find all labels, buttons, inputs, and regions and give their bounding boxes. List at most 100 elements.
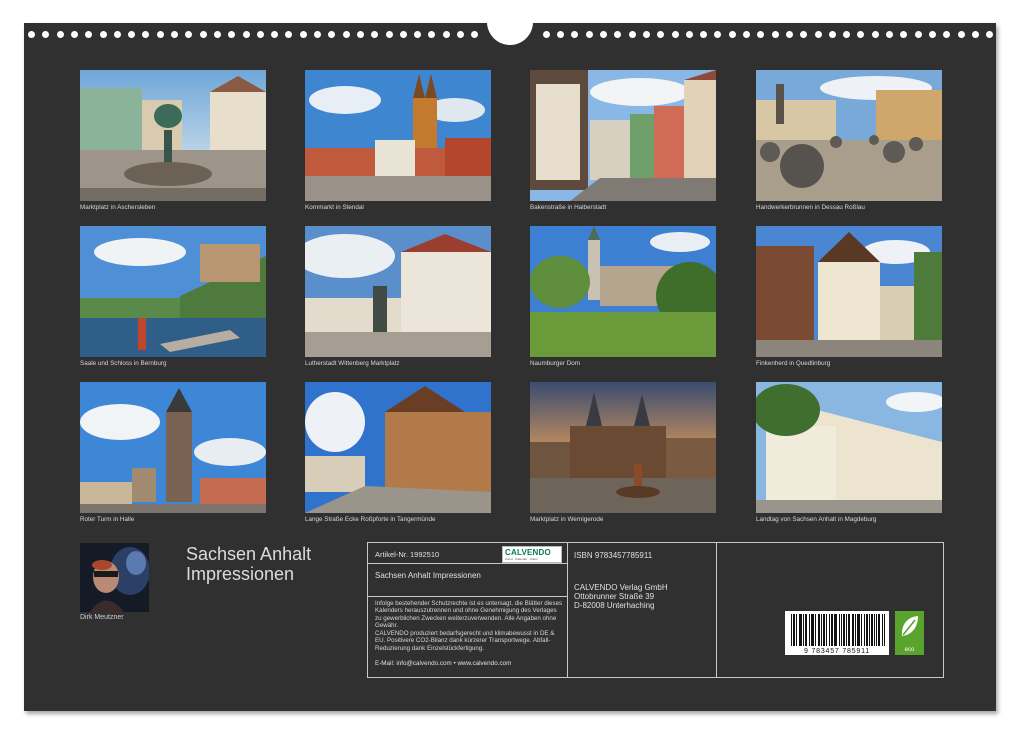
binding-hole [356, 31, 364, 38]
photo-caption: Finkenherd in Quedlinburg [756, 360, 831, 367]
photo-wernigerode [530, 382, 716, 513]
photo-halberstadt [530, 70, 716, 201]
barcode-bar [869, 614, 870, 646]
binding-hole [928, 31, 936, 38]
binding-hole [828, 31, 836, 38]
barcode-bar [803, 614, 804, 646]
binding-hole [142, 31, 150, 38]
binding-hole [328, 31, 336, 38]
binding-hole [957, 31, 965, 38]
binding-hole [156, 31, 164, 38]
barcode-bar [876, 614, 877, 646]
barcode-bar [809, 614, 810, 646]
barcode-bar [884, 614, 885, 646]
divider [368, 596, 567, 597]
binding-hole [642, 31, 650, 38]
binding-hole [371, 31, 379, 38]
binding-hole [113, 31, 121, 38]
legal-notice: Infolge bestehender Schutzrechte ist es … [375, 600, 563, 630]
photo-quedlinburg [756, 226, 942, 357]
binding-hole [185, 31, 193, 38]
barcode-bar [801, 614, 802, 646]
photo-caption: Landtag von Sachsen Anhalt in Magdeburg [756, 516, 877, 523]
divider [567, 543, 568, 677]
binding-hole [700, 31, 708, 38]
publisher-name: CALVENDO Verlag GmbH [574, 583, 668, 592]
article-number: Artikel-Nr. 1992510 [375, 550, 440, 559]
publisher-city: D-82008 Unterhaching [574, 601, 655, 610]
binding-hole [843, 31, 851, 38]
binding-hole [743, 31, 750, 38]
binding-hole [628, 31, 636, 38]
barcode-bar [846, 614, 847, 646]
binding-hole [871, 31, 879, 38]
binding-hole [213, 31, 221, 38]
calendar-title-line2: Impressionen [186, 564, 295, 584]
brand-tagline: Kunst · Kalender · Kultur [505, 557, 538, 561]
binding-hole [857, 31, 865, 38]
barcode-bar [867, 614, 868, 646]
photo-caption: Handwerkerbrunnen in Dessau Roßlau [756, 204, 865, 211]
barcode-bar [832, 614, 833, 646]
barcode-bar [882, 614, 883, 646]
photo-caption: Bakenstraße in Halberstadt [530, 204, 607, 211]
publisher-info-box: Artikel-Nr. 1992510 CALVENDO Kunst · Kal… [367, 542, 944, 678]
eco-badge: eco [895, 611, 924, 655]
barcode-bar [836, 614, 837, 646]
photo-caption: Kornmarkt in Stendal [305, 204, 364, 211]
photo-caption: Naumburger Dom [530, 360, 581, 367]
binding-hole [671, 31, 679, 38]
binding-hole [571, 31, 579, 38]
climate-notice: CALVENDO produziert bedarfsgerecht und k… [375, 630, 555, 652]
calvendo-logo: CALVENDO Kunst · Kalender · Kultur [502, 546, 562, 563]
binding-hole [900, 31, 908, 38]
binding-hole [886, 31, 893, 38]
binding-hole [171, 31, 178, 38]
author-name: Dirk Meutzner [80, 614, 124, 621]
binding-hole [442, 31, 450, 38]
binding-hole [399, 31, 407, 38]
calendar-title-line1: Sachsen Anhalt [186, 544, 312, 564]
binding-hole [585, 31, 593, 38]
binding-hole [714, 31, 722, 38]
photo-halle [80, 382, 266, 513]
photo-aschersleben [80, 70, 266, 201]
binding-hole [757, 31, 765, 38]
photo-caption: Lutherstadt Wittenberg Marktplatz [305, 360, 400, 367]
calendar-title: Sachsen Anhalt Impressionen [186, 544, 311, 584]
binding-hole [914, 31, 922, 38]
binding-hole [128, 31, 136, 38]
barcode-bar [849, 614, 850, 646]
binding-hole [385, 31, 393, 38]
isbn-barcode: 9 783457 785911 [785, 611, 889, 655]
photo-bernburg [80, 226, 266, 357]
barcode-bar [813, 614, 814, 646]
binding-hole [99, 31, 107, 38]
divider [716, 543, 717, 677]
photo-stendal [305, 70, 491, 201]
photo-naumburg [530, 226, 716, 357]
barcode-bar [874, 614, 875, 646]
binding-hole [256, 31, 264, 38]
binding-hole [314, 31, 321, 38]
binding-hole [271, 31, 279, 38]
binding-hole [70, 31, 78, 38]
binding-hole [285, 31, 293, 38]
binding-hole [800, 31, 808, 38]
binding-hole [457, 31, 464, 38]
barcode-bar [821, 614, 822, 646]
binding-hole [542, 31, 550, 38]
barcode-bar [826, 614, 827, 646]
binding-hole [971, 31, 979, 38]
barcode-bar [844, 614, 845, 646]
binding-hole [771, 31, 779, 38]
contact-email: E-Mail: info@calvendo.com • www.calvendo… [375, 660, 512, 667]
photo-caption: Saale und Schloss in Bernburg [80, 360, 167, 367]
binding-hole [28, 31, 35, 38]
binding-hole [685, 31, 693, 38]
binding-hole [943, 31, 951, 38]
binding-hole [471, 31, 479, 38]
binding-hole [299, 31, 307, 38]
binding-hole [56, 31, 64, 38]
eco-label: eco [904, 647, 915, 653]
